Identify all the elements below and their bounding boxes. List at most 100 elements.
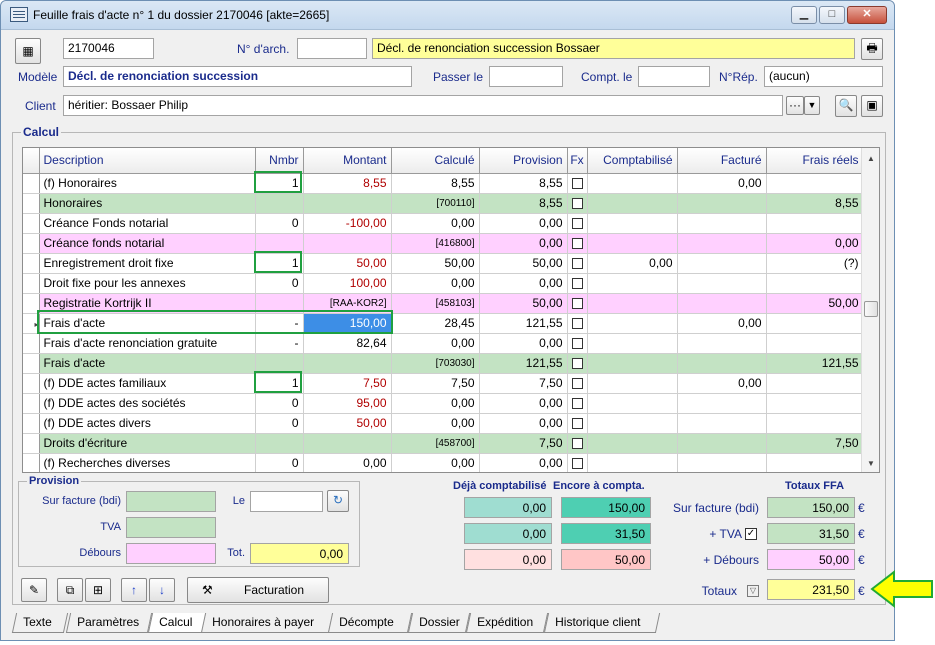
dossier-field[interactable]: 2170046	[63, 38, 154, 59]
fx-checkbox[interactable]	[571, 438, 583, 450]
cell-provision[interactable]: 50,00	[479, 293, 568, 314]
col-comptabilise[interactable]: Comptabilisé	[587, 148, 678, 174]
printer-icon[interactable]: 🖶	[861, 38, 883, 60]
cell-nmbr[interactable]: -	[255, 333, 304, 354]
cell-nmbr[interactable]: 1	[255, 253, 304, 274]
cell-desc[interactable]: Honoraires	[39, 193, 256, 214]
fx-checkbox[interactable]	[571, 458, 583, 470]
cell-facture[interactable]	[677, 293, 767, 314]
cell-fx[interactable]	[567, 313, 588, 334]
cell-fx[interactable]	[567, 173, 588, 194]
cell-nmbr[interactable]: 0	[255, 273, 304, 294]
cell-montant[interactable]: 150,00	[302, 312, 392, 334]
cell-provision[interactable]: 0,00	[479, 233, 568, 254]
facturation-button[interactable]: ⚒ Facturation	[187, 577, 329, 603]
cell-fx[interactable]	[567, 273, 588, 294]
cell-facture[interactable]	[677, 333, 767, 354]
cell-facture[interactable]	[677, 453, 767, 472]
table-row[interactable]: Frais d'acte renonciation gratuite -82,64…	[23, 333, 864, 354]
cell-facture[interactable]	[677, 433, 767, 454]
maximize-button[interactable]: □	[819, 6, 845, 24]
cell-desc[interactable]: Créance Fonds notarial	[39, 213, 256, 234]
tva-checkbox[interactable]: ✓	[745, 528, 757, 540]
cell-provision[interactable]: 121,55	[479, 353, 568, 374]
minimize-button[interactable]: ▁	[791, 6, 817, 24]
cell-montant[interactable]	[303, 193, 392, 214]
table-row[interactable]: (f) Recherches diverses 0 0,00 0,00 0,00	[23, 453, 864, 472]
cell-calcule[interactable]: 0,00	[391, 393, 480, 414]
add-icon[interactable]: ⊞	[85, 578, 111, 602]
tab-dossier[interactable]: Dossier	[407, 613, 471, 633]
fx-checkbox[interactable]	[571, 278, 583, 290]
cell-provision[interactable]: 0,00	[479, 273, 568, 294]
col-montant[interactable]: Montant	[303, 148, 392, 174]
col-description[interactable]: Description	[39, 148, 256, 174]
cell-facture[interactable]	[677, 353, 767, 374]
cell-frais[interactable]: 50,00	[766, 293, 864, 314]
cell-facture[interactable]	[677, 213, 767, 234]
cell-desc[interactable]: Droits d'écriture	[39, 433, 256, 454]
client-card-icon[interactable]: ▣	[861, 95, 883, 117]
cell-desc[interactable]: (f) DDE actes familiaux	[39, 373, 256, 394]
cell-calcule[interactable]: 50,00	[391, 253, 480, 274]
nrep-field[interactable]: (aucun)	[764, 66, 883, 87]
cell-calcule[interactable]: 0,00	[391, 213, 480, 234]
cell-frais[interactable]	[766, 373, 864, 394]
cell-provision[interactable]: 7,50	[479, 433, 568, 454]
cell-fx[interactable]	[567, 193, 588, 214]
cell-desc[interactable]: Frais d'acte	[39, 353, 256, 374]
passer-date-field[interactable]	[489, 66, 563, 87]
cell-compt[interactable]	[587, 293, 678, 314]
cell-fx[interactable]	[567, 253, 588, 274]
client-dropdown-icon[interactable]: ▼	[804, 96, 820, 115]
cell-compt[interactable]	[587, 273, 678, 294]
cell-frais[interactable]: 0,00	[766, 233, 864, 254]
cell-calcule[interactable]: [458700]	[391, 433, 480, 454]
fx-checkbox[interactable]	[571, 338, 583, 350]
cell-montant[interactable]: -100,00	[303, 213, 392, 234]
cell-nmbr[interactable]: 1	[255, 173, 304, 194]
tab-paramètres[interactable]: Paramètres	[65, 613, 153, 633]
compt-date-field[interactable]	[638, 66, 710, 87]
edit-icon[interactable]: ✎	[21, 578, 47, 602]
cell-montant[interactable]: 50,00	[303, 253, 392, 274]
table-row[interactable]: (f) Honoraires 1 8,55 8,55 8,55 0,00	[23, 173, 864, 194]
cell-calcule[interactable]: 0,00	[391, 413, 480, 434]
cell-compt[interactable]	[587, 433, 678, 454]
calcul-grid[interactable]: Description Nmbr Montant Calculé Provisi…	[22, 147, 880, 473]
cell-facture[interactable]: 0,00	[677, 173, 767, 194]
fx-checkbox[interactable]	[571, 398, 583, 410]
cell-desc[interactable]: (f) DDE actes des sociétés	[39, 393, 256, 414]
cell-frais[interactable]: 8,55	[766, 193, 864, 214]
cell-nmbr[interactable]: 0	[255, 453, 304, 472]
table-row[interactable]: Créance fonds notarial [416800] 0,00 0,00	[23, 233, 864, 254]
calculator-icon[interactable]: ▦	[15, 38, 41, 64]
refresh-icon[interactable]: ↻	[327, 490, 349, 512]
cell-frais[interactable]	[766, 453, 864, 472]
grid-scrollbar[interactable]: ▲ ▼	[861, 148, 879, 472]
cell-facture[interactable]: 0,00	[677, 373, 767, 394]
fx-checkbox[interactable]	[571, 258, 583, 270]
cell-frais[interactable]	[766, 213, 864, 234]
cell-calcule[interactable]: 0,00	[391, 453, 480, 472]
cell-compt[interactable]	[587, 173, 678, 194]
cell-facture[interactable]	[677, 273, 767, 294]
fx-checkbox[interactable]	[571, 198, 583, 210]
tab-historique-client[interactable]: Historique client	[543, 613, 661, 633]
cell-fx[interactable]	[567, 433, 588, 454]
col-nmbr[interactable]: Nmbr	[255, 148, 304, 174]
modele-field[interactable]: Décl. de renonciation succession	[63, 66, 412, 87]
cell-desc[interactable]: (f) Recherches diverses	[39, 453, 256, 472]
cell-calcule[interactable]: 7,50	[391, 373, 480, 394]
prov-debours-field[interactable]	[126, 543, 216, 564]
table-row[interactable]: (f) DDE actes divers 0 50,00 0,00 0,00	[23, 413, 864, 434]
cell-desc[interactable]: Droit fixe pour les annexes	[39, 273, 256, 294]
cell-desc[interactable]: Registratie Kortrijk II	[39, 293, 256, 314]
cell-provision[interactable]: 0,00	[479, 213, 568, 234]
cell-frais[interactable]: (?)	[766, 253, 864, 274]
fx-checkbox[interactable]	[571, 358, 583, 370]
copy-icon[interactable]: ⧉	[57, 578, 83, 602]
cell-desc[interactable]: Enregistrement droit fixe	[39, 253, 256, 274]
fx-checkbox[interactable]	[571, 238, 583, 250]
cell-provision[interactable]: 0,00	[479, 453, 568, 472]
